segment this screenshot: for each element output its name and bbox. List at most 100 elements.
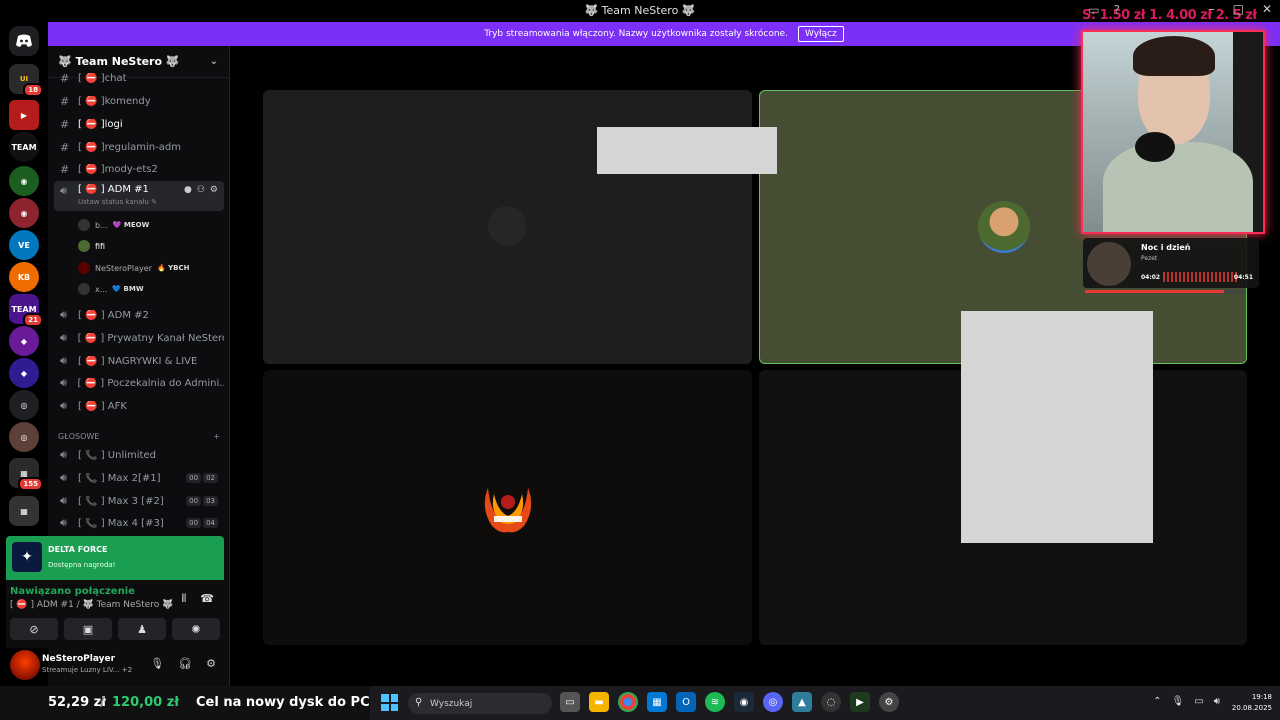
windows-taskbar: 52,29 zł / 120,00 zł Cel na nowy dysk do… [0,686,1280,720]
volume-icon[interactable]: 🔊︎ [1214,696,1220,707]
text-channel[interactable]: #[ ⛔ ]logi [54,114,224,134]
disable-streamer-mode-button[interactable]: Wyłącz [797,26,844,42]
voice-member[interactable]: NeSteroPlayer 🔥 YBCH [78,259,190,277]
headphones-icon[interactable]: 🎧︎ [178,657,192,670]
system-clock[interactable]: 19:18 20.08.2025 [1232,692,1272,714]
microphone-icon[interactable]: 🎙︎ [1172,696,1185,707]
camera-off-button[interactable]: ⊘ [10,618,58,640]
voice-channel[interactable]: 🔊︎[ ⛔ ] AFK [54,396,224,416]
webcam-overlay [1081,30,1265,234]
connected-channel[interactable]: [ ⛔ ] ADM #1 / 🐺 Team NeStero 🐺 [10,600,173,610]
track-elapsed: 04:02 [1141,274,1161,281]
promo-subtitle: Dostępna nagroda! [48,561,116,569]
speaker-icon: 🔊︎ [60,399,67,412]
store-icon[interactable]: ▦ [647,692,667,712]
maximize-icon[interactable]: □ [1233,2,1244,16]
invite-icon[interactable]: ⚇ [197,185,205,195]
noise-suppression-icon[interactable]: ⦀ [181,592,186,606]
server-veeok[interactable]: VE [9,230,39,260]
chat-icon[interactable]: ● [184,185,192,195]
voice-connection-panel: Nawiązano połączenie [ ⛔ ] ADM #1 / 🐺 Te… [6,580,224,648]
play-icon[interactable]: ▶ [850,692,870,712]
taskbar-search[interactable]: ⚲ Wyszukaj [408,693,552,714]
search-icon: ⚲ [415,697,423,708]
voice-channel[interactable]: 🔊︎[ ⛔ ] Poczekalnia do Admini... [54,373,224,393]
promo-notice[interactable]: ✦ DELTA FORCE Dostępna nagroda! [6,536,224,580]
voice-member[interactable]: x... 💙 BMW [78,280,144,298]
server-purple[interactable]: ◆ [9,326,39,356]
now-playing-widget: Noc i dzień Pezet 04:02 04:51 [1083,238,1259,288]
text-channel[interactable]: #[ ⛔ ]chat [54,68,224,88]
windows-start-icon[interactable] [381,694,398,711]
voice-channel[interactable]: 🔊︎[ 📞 ] Max 3 [#2] 00 03 [54,491,224,511]
speaker-icon: 🔊︎ [60,354,67,367]
voice-channel[interactable]: 🔊︎[ ⛔ ] NAGRYWKI & LIVE [54,351,224,371]
discord-icon[interactable]: ◎ [763,692,783,712]
connection-status[interactable]: Nawiązano połączenie [10,586,135,597]
text-channel[interactable]: #[ ⛔ ]komendy [54,91,224,111]
voice-channel-selected[interactable]: 🔊︎ [ ⛔ ] ADM #1 Ustaw status kanału ✎ ● … [54,181,224,211]
microphone-icon[interactable]: 🎙︎ [150,657,164,670]
server-folder-3[interactable]: ▦ [9,496,39,526]
category-header[interactable]: GŁOSOWE + [58,432,220,441]
speaker-icon: 🔊︎ [60,184,67,197]
file-explorer-icon[interactable]: ▬ [589,692,609,712]
app-icon[interactable]: ◌ [821,692,841,712]
donation-goal: 120,00 zł [112,695,180,710]
voice-member[interactable]: fifi [78,237,105,255]
steam-icon[interactable]: ◉ [734,692,754,712]
voice-channel[interactable]: 🔊︎[ ⛔ ] Prywatny Kanał NeStero [54,328,224,348]
category-label: GŁOSOWE [58,432,100,441]
server-discord[interactable]: ◎ [9,390,39,420]
settings-icon[interactable]: ⚙ [879,692,899,712]
gear-icon[interactable]: ⚙ [210,185,218,195]
screen-share-button[interactable]: ▣ [64,618,112,640]
server-green[interactable]: ◉ [9,166,39,196]
track-artist: Pezet [1141,255,1158,262]
close-icon[interactable]: ✕ [1262,2,1272,16]
title-bar: 🐺 Team NeStero 🐺 S: 1.50 zł 1. 4.00 zł 2… [0,0,1280,23]
soundboard-button[interactable]: ✺ [172,618,220,640]
microphone-icon [1135,132,1175,162]
server-team-nestero[interactable]: TEAM [9,132,39,162]
voice-member[interactable]: b... 💜 MEOW [78,216,149,234]
avatar[interactable] [10,650,40,680]
voice-channel[interactable]: 🔊︎[ 📞 ] Max 2[#1] 00 02 [54,468,224,488]
album-cover [1087,242,1131,286]
text-channel[interactable]: #[ ⛔ ]regulamin-adm [54,137,224,157]
server-folder[interactable]: UI 18 [9,64,43,97]
server-folder-2[interactable]: ▦ 155 [9,458,43,491]
voice-channel[interactable]: 🔊︎[ ⛔ ] ADM #2 [54,305,224,325]
display-icon[interactable]: ▭ [1194,696,1203,707]
server-indigo[interactable]: ◆ [9,358,39,388]
server-red[interactable]: ◉ [9,198,39,228]
donation-amount: 52,29 zł [48,695,107,710]
chevron-up-icon[interactable]: ⌃ [1153,696,1161,707]
voice-channel[interactable]: 🔊︎[ 📞 ] Max 4 [#3] 00 04 [54,513,224,533]
help-icon[interactable]: ? [1114,3,1120,17]
redaction-box [597,127,777,174]
username[interactable]: NeSteroPlayer [42,654,115,664]
speaker-icon: 🔊︎ [60,448,67,461]
spotify-icon[interactable]: ≋ [705,692,725,712]
text-channel[interactable]: #[ ⛔ ]mody-ets2 [54,159,224,179]
minimize-icon[interactable]: – [1209,2,1215,16]
task-view-icon[interactable]: ▭ [560,692,580,712]
track-progress-bar [1085,290,1245,293]
server-team-21[interactable]: TEAM 21 [9,294,43,327]
activity-button[interactable]: ♟ [118,618,166,640]
photos-icon[interactable]: ▲ [792,692,812,712]
gear-icon[interactable]: ⚙ [206,657,216,670]
discord-home-icon[interactable] [9,26,39,56]
chrome-icon[interactable] [618,692,638,712]
server-orange[interactable]: KB [9,262,39,292]
speaker-icon: 🔊︎ [60,308,67,321]
voice-channel[interactable]: 🔊︎[ 📞 ] Unlimited [54,445,224,465]
disconnect-icon[interactable]: ☎ [200,592,214,606]
channel-status[interactable]: Ustaw status kanału ✎ [78,198,157,206]
server-youtube[interactable]: ▶ [9,100,39,130]
server-brown[interactable]: ◎ [9,422,39,452]
inbox-icon[interactable]: ▭ [1088,3,1099,17]
outlook-icon[interactable]: O [676,692,696,712]
add-channel-icon[interactable]: + [213,432,220,441]
